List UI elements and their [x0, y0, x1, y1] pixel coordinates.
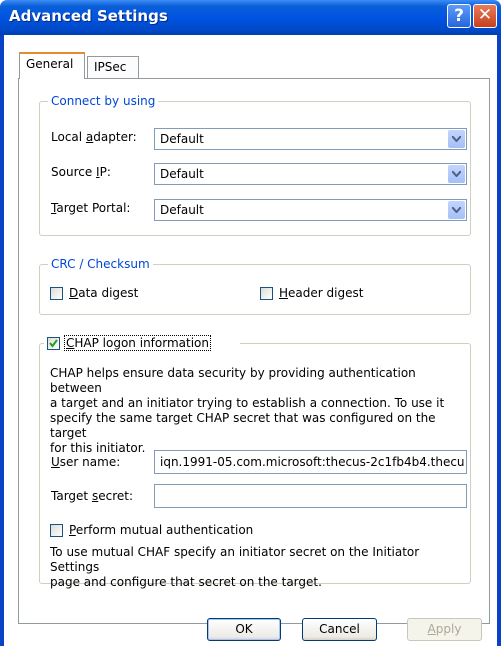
chap-legend: CHAP logon information	[44, 335, 240, 352]
close-button[interactable]: ✕	[473, 4, 497, 28]
chevron-down-icon[interactable]	[448, 201, 465, 219]
data-digest-checkbox[interactable]	[50, 287, 63, 300]
user-name-input[interactable]: iqn.1991-05.com.microsoft:thecus-2c1fb4b…	[154, 450, 467, 474]
apply-button[interactable]: Apply	[407, 618, 482, 641]
target-secret-input[interactable]	[154, 484, 467, 508]
mutual-auth-note: To use mutual CHAF specify an initiator …	[50, 545, 420, 589]
connect-by-using-group: Connect by using Local adapter: Default …	[39, 94, 471, 236]
tab-ipsec-label: IPSec	[94, 60, 127, 74]
ok-button[interactable]: OK	[207, 618, 281, 641]
window-title: Advanced Settings	[9, 7, 168, 25]
crc-checksum-legend: CRC / Checksum	[48, 257, 153, 271]
chap-logon-label[interactable]: CHAP logon information	[64, 335, 211, 351]
user-name-value: iqn.1991-05.com.microsoft:thecus-2c1fb4b…	[160, 455, 465, 469]
chap-description: CHAP helps ensure data security by provi…	[50, 366, 445, 455]
tab-general[interactable]: General	[19, 52, 85, 79]
chevron-down-icon[interactable]	[448, 130, 465, 148]
data-digest-label[interactable]: Data digest	[69, 286, 138, 300]
chap-group: CHAP logon information CHAP helps ensure…	[39, 335, 471, 589]
help-icon: ?	[454, 6, 464, 26]
mutual-auth-label[interactable]: Perform mutual authentication	[69, 523, 253, 537]
header-digest-checkbox[interactable]	[260, 287, 273, 300]
help-button[interactable]: ?	[447, 4, 471, 28]
close-icon: ✕	[477, 5, 493, 25]
target-portal-label: Target Portal:	[51, 201, 131, 215]
chap-logon-checkbox[interactable]	[47, 337, 60, 350]
local-adapter-value: Default	[160, 132, 204, 146]
cancel-button[interactable]: Cancel	[302, 618, 377, 641]
header-digest-label[interactable]: Header digest	[279, 286, 363, 300]
local-adapter-label: Local adapter:	[51, 130, 137, 144]
source-ip-value: Default	[160, 167, 204, 181]
title-bar[interactable]: Advanced Settings ? ✕	[0, 0, 501, 35]
connect-by-using-legend: Connect by using	[48, 94, 159, 108]
source-ip-label: Source IP:	[51, 165, 111, 179]
local-adapter-select[interactable]: Default	[154, 128, 467, 150]
general-tab-panel: Connect by using Local adapter: Default …	[18, 78, 490, 624]
user-name-label: User name:	[51, 455, 121, 469]
advanced-settings-dialog: Advanced Settings ? ✕ General IPSec Conn…	[0, 0, 501, 646]
source-ip-select[interactable]: Default	[154, 163, 467, 185]
target-portal-value: Default	[160, 203, 204, 217]
tab-ipsec[interactable]: IPSec	[87, 56, 139, 78]
chevron-down-icon[interactable]	[448, 165, 465, 183]
tab-general-label: General	[26, 57, 74, 71]
target-secret-label: Target secret:	[51, 489, 133, 503]
target-portal-select[interactable]: Default	[154, 199, 467, 221]
mutual-auth-checkbox[interactable]	[50, 524, 63, 537]
crc-checksum-group: CRC / Checksum Data digest Header digest	[39, 257, 471, 315]
